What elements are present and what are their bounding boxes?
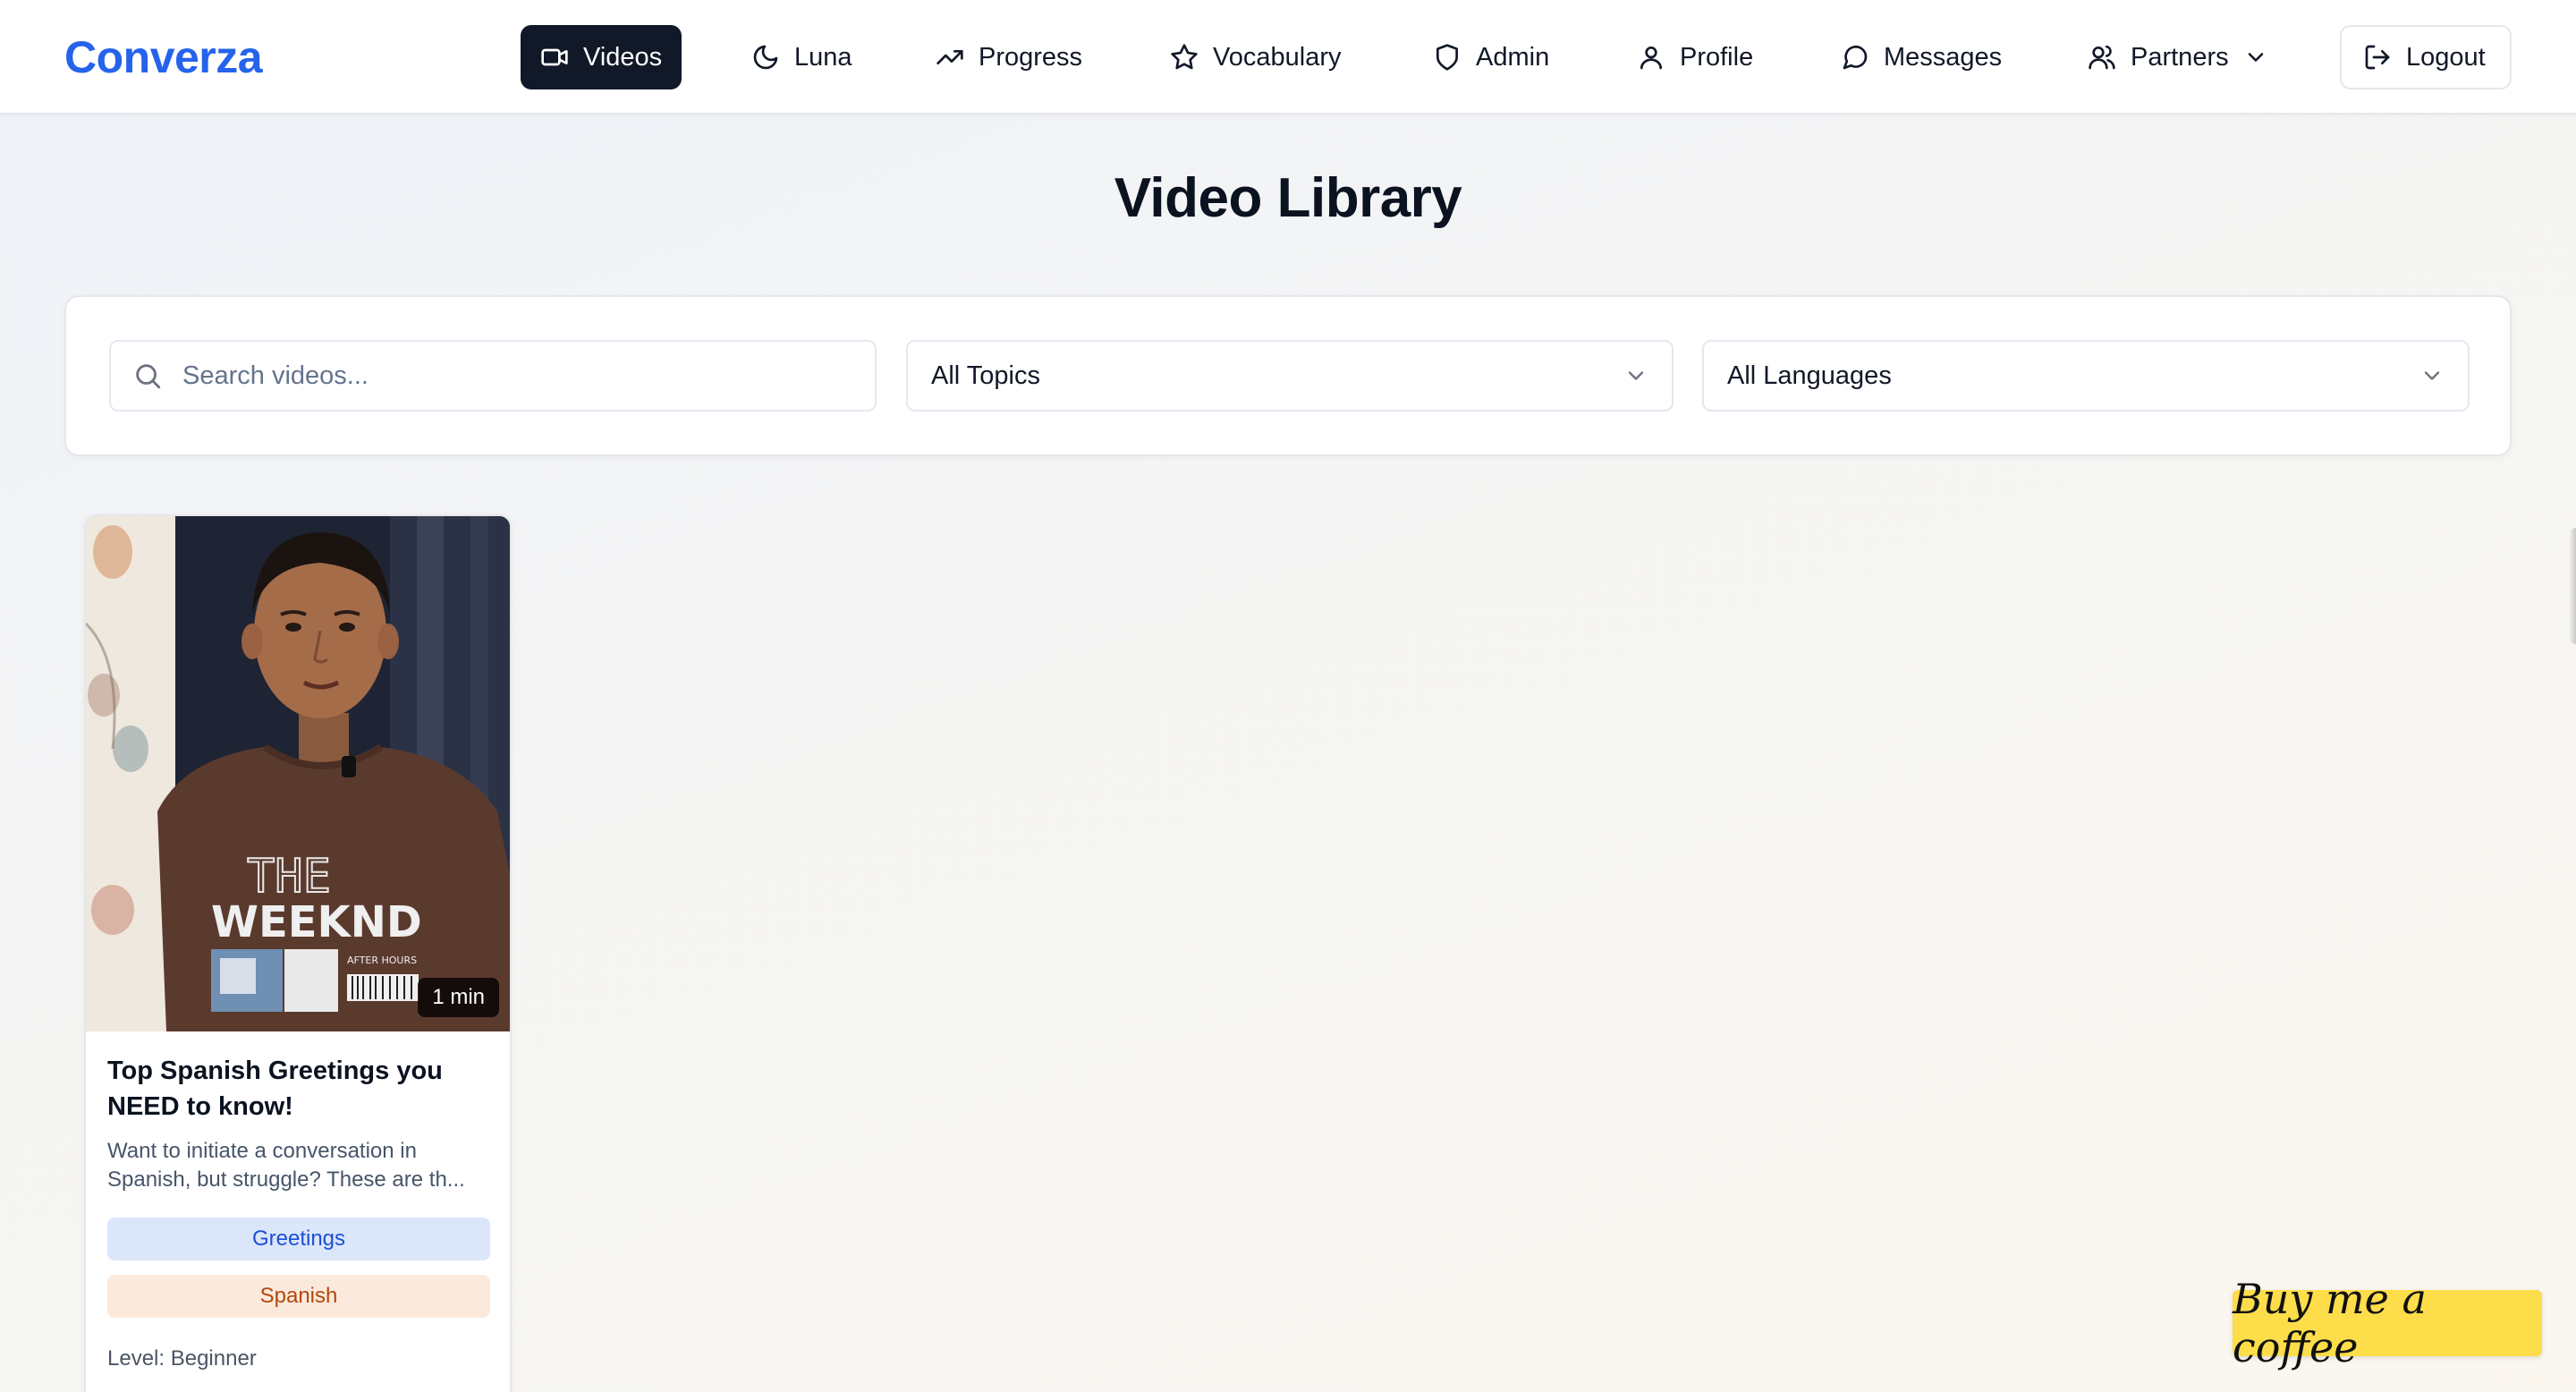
- topic-select-value: All Topics: [931, 361, 1040, 390]
- level-label: Level: Beginner: [107, 1346, 257, 1371]
- nav-progress[interactable]: Progress: [916, 25, 1102, 89]
- nav-admin-label: Admin: [1476, 42, 1550, 72]
- nav-partners-dropdown[interactable]: Partners: [2068, 25, 2288, 89]
- chevron-down-icon: [1628, 371, 1644, 380]
- video-card[interactable]: THE WEEKND AFTER HOURS 1 min Top Spanish…: [84, 514, 512, 1392]
- language-tag: Spanish: [107, 1275, 490, 1318]
- page-title: Video Library: [1114, 167, 1462, 229]
- topic-select[interactable]: All Topics: [906, 340, 1674, 412]
- nav-luna[interactable]: Luna: [732, 25, 872, 89]
- search-box[interactable]: [109, 340, 877, 412]
- user-icon: [1640, 47, 1662, 70]
- nav-profile-label: Profile: [1680, 42, 1754, 72]
- shield-icon: [1436, 44, 1458, 71]
- video-description: Want to initiate a conversation in Spani…: [107, 1137, 492, 1194]
- chevron-down-icon: [2424, 371, 2440, 380]
- moon-icon: [753, 45, 778, 70]
- shirt-print-line2: WEEKND: [211, 897, 422, 947]
- chevron-down-icon: [2248, 53, 2263, 62]
- logout-button[interactable]: Logout: [2340, 25, 2512, 89]
- nav-vocabulary-label: Vocabulary: [1213, 42, 1342, 72]
- message-circle-icon: [1843, 46, 1868, 70]
- star-icon: [1171, 44, 1198, 70]
- nav-admin[interactable]: Admin: [1413, 25, 1569, 89]
- nav-messages-label: Messages: [1884, 42, 2003, 72]
- nav-progress-label: Progress: [979, 42, 1083, 72]
- brand-logo[interactable]: Converza: [64, 29, 263, 86]
- video-thumbnail-image: THE WEEKND AFTER HOURS: [86, 516, 510, 1031]
- logout-label: Logout: [2406, 42, 2486, 72]
- video-title[interactable]: Top Spanish Greetings you NEED to know!: [107, 1053, 483, 1125]
- video-description-line1: Want to initiate a conversation in: [107, 1139, 417, 1163]
- nav-messages[interactable]: Messages: [1821, 25, 2021, 89]
- nav-luna-label: Luna: [794, 42, 852, 72]
- duration-badge: 1 min: [418, 978, 499, 1017]
- search-input[interactable]: [182, 361, 862, 391]
- log-out-icon: [2365, 45, 2390, 70]
- nav-partners-label: Partners: [2131, 42, 2229, 72]
- trending-up-icon: [936, 49, 963, 64]
- language-select[interactable]: All Languages: [1702, 340, 2470, 412]
- filter-panel: All Topics All Languages: [64, 295, 2512, 456]
- buy-me-a-coffee-button[interactable]: Buy me a coffee: [2233, 1275, 2542, 1371]
- video-description-line2: Spanish, but struggle? These are th...: [107, 1167, 465, 1192]
- video-camera-icon: [541, 48, 568, 66]
- top-navigation-bar: Converza Videos Luna Progress Vocabulary…: [0, 0, 2576, 115]
- language-select-value: All Languages: [1727, 361, 1892, 390]
- search-icon: [136, 364, 161, 389]
- edge-scroll-handle: [2569, 528, 2576, 644]
- video-thumbnail[interactable]: THE WEEKND AFTER HOURS 1 min: [86, 516, 510, 1031]
- nav-videos-label: Videos: [583, 42, 663, 72]
- nav-profile[interactable]: Profile: [1617, 25, 1773, 89]
- nav-videos[interactable]: Videos: [521, 25, 682, 89]
- topic-tag: Greetings: [107, 1218, 490, 1260]
- users-icon: [2089, 45, 2115, 70]
- shirt-print-small: AFTER HOURS: [347, 955, 417, 966]
- shirt-print-line1: THE: [247, 850, 331, 904]
- nav-vocabulary[interactable]: Vocabulary: [1150, 25, 1361, 89]
